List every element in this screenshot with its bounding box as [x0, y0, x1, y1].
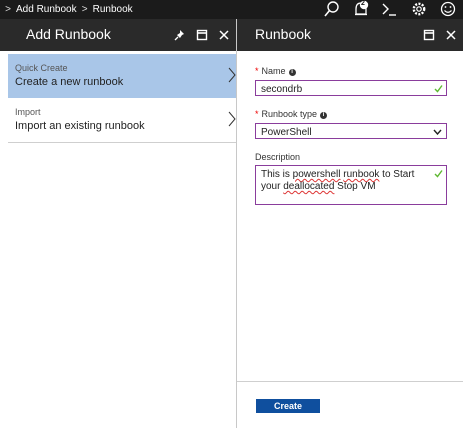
add-runbook-blade: Add Runbook Quick Create Create a new ru… — [0, 19, 237, 428]
add-runbook-blade-header: Add Runbook — [0, 19, 236, 51]
breadcrumb-runbook[interactable]: Runbook — [93, 4, 133, 15]
close-icon[interactable] — [214, 19, 236, 51]
runbook-type-value: PowerShell — [261, 127, 312, 138]
feedback-smiley-icon[interactable] — [434, 0, 463, 19]
checkmark-icon — [434, 170, 443, 178]
required-asterisk: * — [255, 66, 259, 76]
chevron-right-icon: > — [5, 4, 11, 15]
option-description: Create a new runbook — [15, 76, 124, 88]
close-icon[interactable] — [441, 19, 463, 51]
top-bar: > Add Runbook > Runbook 2 — [0, 0, 463, 19]
chevron-right-icon: > — [81, 4, 88, 15]
option-label: Import — [15, 107, 41, 117]
notification-count-badge: 2 — [361, 0, 365, 7]
runbook-blade-title: Runbook — [255, 26, 312, 42]
notifications-bell-icon[interactable]: 2 — [347, 0, 376, 19]
checkmark-icon — [434, 85, 443, 93]
name-input-value: secondrb — [261, 84, 303, 95]
settings-gear-icon[interactable] — [405, 0, 434, 19]
pin-icon[interactable] — [170, 19, 192, 51]
description-label: Description — [255, 152, 301, 162]
chevron-right-icon — [228, 111, 236, 127]
cloud-shell-icon[interactable] — [376, 0, 405, 19]
chevron-right-icon — [228, 67, 236, 83]
option-label: Quick Create — [15, 63, 68, 73]
runbook-type-select[interactable]: PowerShell — [255, 123, 447, 139]
info-icon[interactable]: i — [288, 69, 296, 76]
divider — [8, 142, 236, 143]
footer-divider — [237, 381, 463, 382]
info-icon[interactable]: i — [320, 112, 328, 119]
option-quick-create[interactable]: Quick Create Create a new runbook — [8, 54, 236, 98]
description-text: This is powershell runbook to Start your… — [261, 169, 415, 192]
option-description: Import an existing runbook — [15, 120, 145, 132]
maximize-icon[interactable] — [419, 19, 441, 51]
add-runbook-blade-title: Add Runbook — [26, 26, 111, 42]
name-input[interactable]: secondrb — [255, 80, 447, 96]
runbook-type-label: * Runbook type i — [255, 109, 328, 119]
chevron-down-icon — [433, 129, 442, 135]
description-textarea[interactable]: This is powershell runbook to Start your… — [255, 165, 447, 205]
breadcrumb-add-runbook[interactable]: Add Runbook — [16, 4, 77, 15]
search-icon[interactable] — [318, 0, 347, 19]
breadcrumb: > Add Runbook > Runbook — [0, 0, 133, 19]
name-field-label: * Name i — [255, 66, 296, 76]
runbook-blade: Runbook * Name i secondrb * Runbook type i P… — [237, 19, 463, 428]
maximize-icon[interactable] — [192, 19, 214, 51]
required-asterisk: * — [255, 109, 259, 119]
option-import[interactable]: Import Import an existing runbook — [8, 98, 236, 142]
create-button[interactable]: Create — [256, 399, 320, 413]
runbook-blade-header: Runbook — [237, 19, 463, 51]
